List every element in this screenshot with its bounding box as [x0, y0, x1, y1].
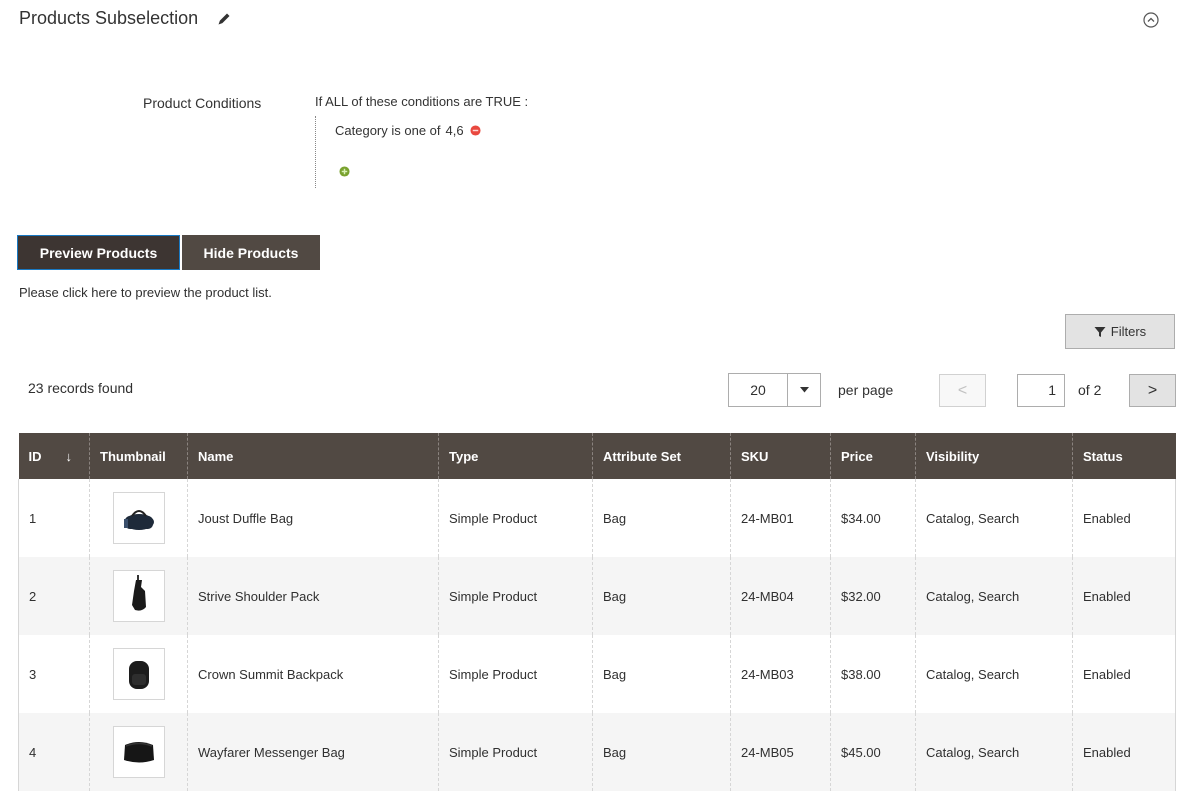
cell-id: 3 [18, 635, 90, 713]
cell-status: Enabled [1072, 557, 1176, 635]
cell-visibility: Catalog, Search [915, 479, 1073, 557]
cell-name: Wayfarer Messenger Bag [187, 713, 439, 791]
per-page-value[interactable]: 20 [729, 374, 788, 406]
cell-thumbnail [89, 557, 188, 635]
condition-rule-value[interactable]: 4,6 [446, 123, 464, 138]
products-grid: ID ↓ Thumbnail Name Type Attribute Set SK… [18, 433, 1176, 791]
product-thumbnail [112, 726, 165, 778]
cell-type: Simple Product [438, 479, 593, 557]
cell-attribute-set: Bag [592, 479, 731, 557]
cell-visibility: Catalog, Search [915, 713, 1073, 791]
hide-products-button[interactable]: Hide Products [182, 235, 320, 270]
cell-sku: 24-MB05 [730, 713, 831, 791]
table-row[interactable]: 4 Wayfarer Messenger Bag Simple Product … [18, 713, 1176, 791]
product-thumbnail [112, 492, 165, 544]
column-header-id[interactable]: ID ↓ [18, 433, 90, 479]
column-header-visibility[interactable]: Visibility [915, 433, 1073, 479]
cell-price: $32.00 [830, 557, 916, 635]
per-page-dropdown[interactable] [788, 387, 820, 393]
product-thumbnail [112, 648, 165, 700]
condition-rule-text[interactable]: Category is one of [335, 123, 441, 138]
cell-name: Crown Summit Backpack [187, 635, 439, 713]
pencil-icon[interactable] [216, 11, 232, 27]
cell-status: Enabled [1072, 479, 1176, 557]
caret-down-icon [799, 387, 809, 393]
cell-id: 4 [18, 713, 90, 791]
conditions-label: Product Conditions [143, 95, 262, 111]
chevron-left-icon: < [957, 381, 968, 399]
section-header[interactable]: Products Subselection [19, 8, 232, 29]
current-page-input[interactable]: 1 [1017, 374, 1065, 407]
conditions-tree-line [315, 116, 317, 188]
cell-type: Simple Product [438, 557, 593, 635]
conditions-aggregator[interactable]: If ALL of these conditions are TRUE : [315, 94, 528, 109]
cell-sku: 24-MB01 [730, 479, 831, 557]
product-thumbnail [112, 570, 165, 622]
table-row[interactable]: 3 Crown Summit Backpack Simple Product B… [18, 635, 1176, 713]
cell-name: Joust Duffle Bag [187, 479, 439, 557]
preview-products-button[interactable]: Preview Products [17, 235, 180, 270]
column-header-price[interactable]: Price [830, 433, 916, 479]
chevron-right-icon: > [1147, 381, 1158, 399]
cell-visibility: Catalog, Search [915, 635, 1073, 713]
column-header-attribute-set[interactable]: Attribute Set [592, 433, 731, 479]
total-pages: of 2 [1078, 382, 1102, 398]
backpack-image [128, 661, 149, 689]
cell-thumbnail [89, 713, 188, 791]
remove-condition-icon[interactable] [470, 125, 481, 136]
add-condition-icon[interactable] [339, 166, 350, 177]
shoulder-pack-image [131, 575, 146, 611]
next-page-button[interactable]: > [1129, 374, 1176, 407]
previous-page-button[interactable]: < [939, 374, 986, 407]
column-header-name[interactable]: Name [187, 433, 439, 479]
cell-status: Enabled [1072, 713, 1176, 791]
preview-note: Please click here to preview the product… [19, 285, 272, 300]
page: Products Subselection Product Conditions… [0, 0, 1191, 791]
cell-id: 2 [18, 557, 90, 635]
per-page-select[interactable]: 20 [728, 373, 821, 407]
column-header-thumbnail: Thumbnail [89, 433, 188, 479]
table-row[interactable]: 2 Strive Shoulder Pack Simple Product Ba… [18, 557, 1176, 635]
cell-attribute-set: Bag [592, 635, 731, 713]
cell-thumbnail [89, 479, 188, 557]
cell-status: Enabled [1072, 635, 1176, 713]
column-header-status[interactable]: Status [1072, 433, 1176, 479]
records-count: 23 records found [28, 380, 134, 396]
cell-name: Strive Shoulder Pack [187, 557, 439, 635]
cell-attribute-set: Bag [592, 713, 731, 791]
column-header-type[interactable]: Type [438, 433, 593, 479]
cell-price: $38.00 [830, 635, 916, 713]
per-page-label: per page [838, 382, 894, 398]
table-row[interactable]: 1 Joust Duffle Bag Simple Product Bag 24… [18, 479, 1176, 557]
sort-down-icon: ↓ [65, 448, 73, 464]
cell-price: $45.00 [830, 713, 916, 791]
collapse-icon[interactable] [1143, 12, 1159, 28]
cell-type: Simple Product [438, 713, 593, 791]
funnel-icon [1094, 326, 1106, 337]
filters-label: Filters [1110, 324, 1147, 339]
messenger-bag-image [123, 742, 154, 763]
grid-header-row: ID ↓ Thumbnail Name Type Attribute Set SK… [18, 433, 1176, 479]
cell-attribute-set: Bag [592, 557, 731, 635]
cell-thumbnail [89, 635, 188, 713]
cell-sku: 24-MB03 [730, 635, 831, 713]
cell-price: $34.00 [830, 479, 916, 557]
cell-id: 1 [18, 479, 90, 557]
column-header-sku[interactable]: SKU [730, 433, 831, 479]
cell-type: Simple Product [438, 635, 593, 713]
duffle-bag-image [123, 510, 154, 530]
condition-rule[interactable]: Category is one of 4,6 [335, 123, 481, 138]
cell-visibility: Catalog, Search [915, 557, 1073, 635]
section-title: Products Subselection [19, 8, 199, 28]
filters-button[interactable]: Filters [1065, 314, 1175, 349]
cell-sku: 24-MB04 [730, 557, 831, 635]
